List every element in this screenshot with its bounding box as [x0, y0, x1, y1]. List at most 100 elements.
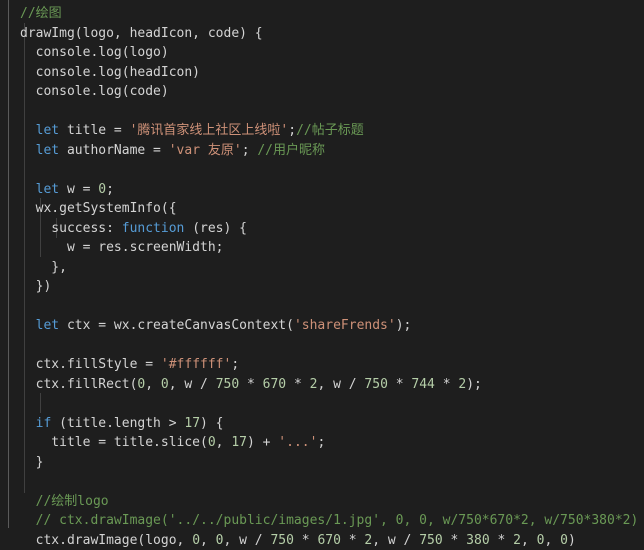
- code-editor-pane[interactable]: //绘图 drawImg(logo, headIcon, code) { cons…: [0, 0, 644, 528]
- code-token-pln: *: [341, 533, 364, 548]
- code-token-num: 0: [537, 533, 545, 548]
- code-token-pln: ) +: [247, 435, 278, 450]
- code-line[interactable]: success: function (res) {: [20, 219, 644, 239]
- code-token-num: 670: [263, 377, 286, 392]
- code-line[interactable]: [20, 394, 644, 414]
- code-line[interactable]: [20, 160, 644, 180]
- code-token-kw: function: [122, 221, 185, 236]
- code-line[interactable]: //绘图: [20, 4, 644, 24]
- code-token-num: 750: [419, 533, 442, 548]
- code-token-cmt: //绘图: [20, 6, 62, 21]
- code-token-pln: ;: [106, 182, 114, 197]
- code-token-kw: if: [36, 416, 52, 431]
- code-token-pln: ctx = wx.createCanvasContext(: [59, 318, 294, 333]
- code-line[interactable]: console.log(headIcon): [20, 63, 644, 83]
- code-token-str: '#ffffff': [161, 357, 231, 372]
- code-token-pln: ;: [288, 123, 296, 138]
- code-token-num: 670: [317, 533, 340, 548]
- code-line[interactable]: console.log(logo): [20, 43, 644, 63]
- code-line[interactable]: drawImg(logo, headIcon, code) {: [20, 24, 644, 44]
- code-token-pln: [20, 123, 36, 138]
- code-content[interactable]: //绘图 drawImg(logo, headIcon, code) { cons…: [0, 4, 644, 550]
- code-line[interactable]: [20, 102, 644, 122]
- code-token-pln: ,: [216, 435, 232, 450]
- code-token-num: 0: [192, 533, 200, 548]
- code-line[interactable]: },: [20, 258, 644, 278]
- code-token-pln: console.log(code): [20, 84, 169, 99]
- code-token-pln: ;: [317, 435, 325, 450]
- code-token-pln: [20, 143, 36, 158]
- code-token-num: 2: [458, 377, 466, 392]
- code-token-pln: wx.getSystemInfo({: [20, 201, 177, 216]
- code-token-pln: [20, 416, 36, 431]
- code-token-str: '...': [278, 435, 317, 450]
- code-token-pln: ctx.fillStyle =: [20, 357, 161, 372]
- code-token-num: 0: [216, 533, 224, 548]
- code-token-cmt: //用户昵称: [257, 143, 325, 158]
- code-line[interactable]: if (title.length > 17) {: [20, 414, 644, 434]
- code-token-pln: , w /: [372, 533, 419, 548]
- code-line[interactable]: //绘制logo: [20, 492, 644, 512]
- code-line[interactable]: ctx.fillStyle = '#ffffff';: [20, 355, 644, 375]
- code-token-pln: }): [20, 279, 51, 294]
- code-line[interactable]: title = title.slice(0, 17) + '...';: [20, 433, 644, 453]
- code-token-num: 750: [216, 377, 239, 392]
- code-token-kw: let: [36, 143, 59, 158]
- code-token-cmt: //绘制logo: [36, 494, 109, 509]
- code-token-num: 750: [364, 377, 387, 392]
- code-token-pln: ,: [200, 533, 216, 548]
- code-token-pln: ;: [242, 143, 258, 158]
- code-token-pln: *: [435, 377, 458, 392]
- code-token-pln: *: [388, 377, 411, 392]
- code-token-pln: title = title.slice(: [20, 435, 208, 450]
- code-token-pln: ;: [231, 357, 239, 372]
- code-token-pln: [20, 494, 36, 509]
- code-token-cmt: // ctx.drawImage('../../public/images/1.…: [36, 513, 639, 528]
- code-token-pln: (res) {: [184, 221, 247, 236]
- code-token-pln: );: [466, 377, 482, 392]
- code-line[interactable]: [20, 472, 644, 492]
- code-token-pln: *: [294, 533, 317, 548]
- code-line[interactable]: ctx.drawImage(logo, 0, 0, w / 750 * 670 …: [20, 531, 644, 550]
- code-token-pln: , w /: [317, 377, 364, 392]
- code-token-kw: let: [36, 318, 59, 333]
- code-token-pln: ,: [544, 533, 560, 548]
- code-line[interactable]: w = res.screenWidth;: [20, 238, 644, 258]
- code-token-num: 380: [466, 533, 489, 548]
- code-token-pln: ,: [145, 377, 161, 392]
- code-token-num: 0: [161, 377, 169, 392]
- code-token-num: 2: [364, 533, 372, 548]
- code-token-num: 2: [513, 533, 521, 548]
- code-token-pln: w =: [59, 182, 98, 197]
- code-token-pln: title =: [59, 123, 129, 138]
- code-line[interactable]: let authorName = 'var 友原'; //用户昵称: [20, 141, 644, 161]
- code-token-pln: console.log(headIcon): [20, 65, 200, 80]
- code-token-pln: [20, 513, 36, 528]
- code-line[interactable]: ctx.fillRect(0, 0, w / 750 * 670 * 2, w …: [20, 375, 644, 395]
- code-token-pln: ,: [521, 533, 537, 548]
- code-token-kw: let: [36, 182, 59, 197]
- code-token-pln: ) {: [200, 416, 223, 431]
- code-line[interactable]: [20, 336, 644, 356]
- code-token-str: 'shareFrends': [294, 318, 396, 333]
- code-line[interactable]: wx.getSystemInfo({: [20, 199, 644, 219]
- code-line[interactable]: let ctx = wx.createCanvasContext('shareF…: [20, 316, 644, 336]
- code-line[interactable]: }: [20, 453, 644, 473]
- code-token-num: 744: [411, 377, 434, 392]
- code-token-num: 0: [98, 182, 106, 197]
- code-line[interactable]: console.log(code): [20, 82, 644, 102]
- code-token-num: 17: [184, 416, 200, 431]
- code-line[interactable]: }): [20, 277, 644, 297]
- code-token-num: 0: [208, 435, 216, 450]
- code-token-pln: w = res.screenWidth;: [20, 240, 224, 255]
- code-token-pln: drawImg(logo, headIcon, code) {: [20, 26, 263, 41]
- code-line[interactable]: let w = 0;: [20, 180, 644, 200]
- code-token-pln: console.log(logo): [20, 45, 169, 60]
- code-token-pln: success:: [20, 221, 122, 236]
- code-line[interactable]: [20, 297, 644, 317]
- code-token-pln: ctx.fillRect(: [20, 377, 137, 392]
- code-token-pln: , w /: [169, 377, 216, 392]
- code-token-pln: },: [20, 260, 67, 275]
- code-line[interactable]: let title = '腾讯首家线上社区上线啦';//帖子标题: [20, 121, 644, 141]
- code-token-pln: (title.length >: [51, 416, 184, 431]
